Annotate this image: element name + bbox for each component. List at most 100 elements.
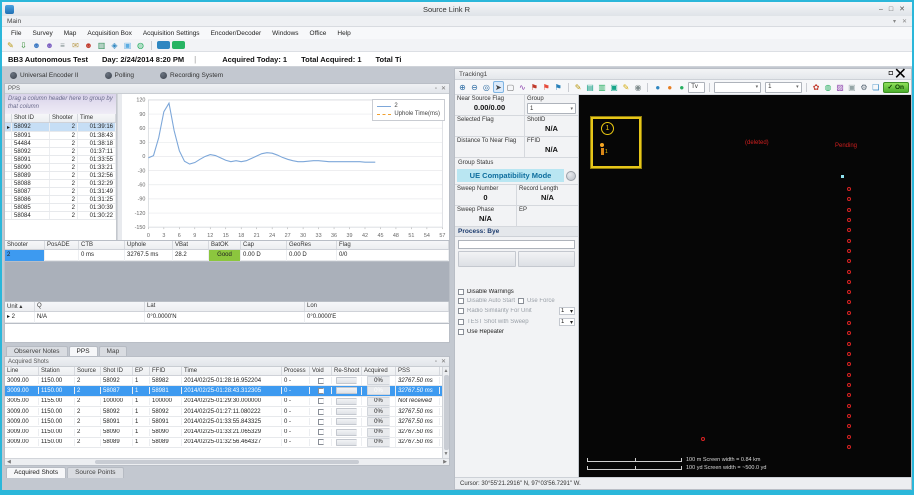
- column-header-uphole[interactable]: Uphole: [125, 241, 173, 249]
- layers-icon[interactable]: ▤: [585, 81, 596, 93]
- column-header-shooter[interactable]: Shooter: [50, 114, 78, 122]
- chip-blue-icon[interactable]: [157, 41, 170, 49]
- pps-maximize-icon[interactable]: ▫: [435, 86, 437, 92]
- column-header-time[interactable]: Time: [182, 367, 282, 375]
- table-row[interactable]: 58087201:31:49: [5, 188, 116, 196]
- table-row[interactable]: 58091201:33:55: [5, 156, 116, 164]
- tracking-on-toggle[interactable]: ✓ On: [883, 82, 909, 93]
- flag-red-icon[interactable]: ⚑: [541, 81, 552, 93]
- checkbox-use-force[interactable]: [518, 298, 524, 304]
- strip-collapse-icon[interactable]: ▾: [893, 18, 896, 25]
- spinner-radio-similarity-for-unit[interactable]: 1▾: [559, 307, 575, 315]
- table-row[interactable]: 3009.001150.002580871589812014/02/25-01:…: [5, 386, 442, 396]
- table-row[interactable]: 58084201:30:22: [5, 212, 116, 220]
- column-header-source[interactable]: Source: [75, 367, 101, 375]
- re-shoot-button[interactable]: [336, 439, 357, 446]
- menu-file[interactable]: File: [6, 29, 26, 38]
- acquired-hscrollbar[interactable]: ◀▶: [5, 458, 449, 465]
- status-recording-system[interactable]: Recording System: [160, 72, 223, 79]
- re-shoot-button[interactable]: [336, 429, 357, 436]
- menu-acquisition-settings[interactable]: Acquisition Settings: [138, 29, 205, 38]
- menu-help[interactable]: Help: [332, 29, 355, 38]
- person-orange-icon[interactable]: ●: [664, 81, 675, 93]
- edit-pencil-icon[interactable]: ✎: [573, 81, 584, 93]
- edit-pencil-icon[interactable]: ✎: [5, 40, 16, 51]
- palette-icon[interactable]: ✿: [811, 81, 822, 93]
- screen-teal-icon[interactable]: ▣: [609, 81, 620, 93]
- process-button-1[interactable]: [458, 251, 516, 267]
- user-icon[interactable]: ☻: [31, 40, 42, 51]
- table-row[interactable]: 54484201:38:18: [5, 140, 116, 148]
- menu-office[interactable]: Office: [305, 29, 332, 38]
- zoom-window-icon[interactable]: ◎: [481, 81, 492, 93]
- column-header-ctb[interactable]: CTB: [79, 241, 125, 249]
- column-header-acquired[interactable]: Acquired: [362, 367, 396, 375]
- checkbox-test-shot-with-sweep[interactable]: [458, 319, 464, 325]
- shot-table-header[interactable]: Shot IDShooterTime: [5, 114, 116, 123]
- re-shoot-button[interactable]: [336, 377, 357, 384]
- column-header-re-shoot[interactable]: Re-Shoot: [332, 367, 362, 375]
- table-row[interactable]: 58092201:37:11: [5, 148, 116, 156]
- table-row[interactable]: 58088201:32:29: [5, 180, 116, 188]
- pps-close-icon[interactable]: ✕: [441, 85, 446, 92]
- table-row[interactable]: 58090201:33:21: [5, 164, 116, 172]
- void-checkbox[interactable]: [318, 419, 324, 425]
- column-header-line[interactable]: Line: [5, 367, 39, 375]
- table-row[interactable]: 58086201:31:25: [5, 196, 116, 204]
- re-shoot-button[interactable]: [336, 387, 357, 394]
- monitor-gray-icon[interactable]: ▣: [846, 81, 857, 93]
- vehicle-icon[interactable]: ◉: [632, 81, 643, 93]
- image-icon[interactable]: ▨: [835, 81, 846, 93]
- column-header-lat[interactable]: Lat: [145, 302, 305, 311]
- checkbox-disable-warnings[interactable]: [458, 289, 464, 295]
- globe-icon[interactable]: ◍: [823, 81, 834, 93]
- column-header-void[interactable]: Void: [310, 367, 332, 375]
- draw-icon[interactable]: ✎: [620, 81, 631, 93]
- status-polling[interactable]: Polling: [105, 72, 135, 79]
- menu-map[interactable]: Map: [59, 29, 82, 38]
- polyline-icon[interactable]: ∿: [517, 81, 528, 93]
- menu-survey[interactable]: Survey: [27, 29, 57, 38]
- select-rectangle-icon[interactable]: ▢: [505, 81, 516, 93]
- view-combo[interactable]: ▾: [714, 82, 761, 93]
- globe-icon[interactable]: ◍: [135, 40, 146, 51]
- process-button-2[interactable]: [518, 251, 576, 267]
- minimize-icon[interactable]: –: [879, 5, 883, 14]
- column-header-cap[interactable]: Cap: [241, 241, 287, 249]
- void-checkbox[interactable]: [318, 398, 324, 404]
- status-universal-encoder-ii[interactable]: Universal Encoder II: [10, 72, 79, 79]
- column-header-q[interactable]: Q: [35, 302, 145, 311]
- void-checkbox[interactable]: [318, 429, 324, 435]
- chart-icon[interactable]: ▥: [96, 40, 107, 51]
- zoom-out-icon[interactable]: ⊖: [469, 81, 480, 93]
- void-checkbox[interactable]: [318, 439, 324, 445]
- spinner-test-shot-with-sweep[interactable]: 1▾: [559, 318, 575, 326]
- flag-number-icon[interactable]: ⚑: [529, 81, 540, 93]
- person-green-icon[interactable]: ●: [676, 81, 687, 93]
- group-combo[interactable]: 1▾: [527, 103, 576, 114]
- table-row[interactable]: 58085201:30:39: [5, 204, 116, 212]
- screen-icon[interactable]: ▣: [122, 40, 133, 51]
- column-header-time[interactable]: Time: [78, 114, 116, 122]
- flag-blue-icon[interactable]: ⚑: [553, 81, 564, 93]
- shooter-detail-grid[interactable]: ShooterPosADECTBUpholeVBatBatOKCapGeoRes…: [4, 241, 450, 262]
- banner-status-button[interactable]: [566, 171, 576, 181]
- copy-icon[interactable]: ❏: [870, 81, 881, 93]
- table-row[interactable]: ▸58092201:39:16: [5, 123, 116, 132]
- table-row[interactable]: 3005.001155.00210000011000002014/02/25-0…: [5, 397, 442, 407]
- mail-icon[interactable]: ✉: [70, 40, 81, 51]
- tools-icon[interactable]: ⚙: [858, 81, 869, 93]
- column-header-shooter[interactable]: Shooter: [5, 241, 45, 249]
- chip-green-icon[interactable]: [172, 41, 185, 49]
- table-row[interactable]: 58091201:38:43: [5, 132, 116, 140]
- shot-table[interactable]: Drag a column header here to group by th…: [5, 94, 117, 240]
- map-icon[interactable]: ◈: [109, 40, 120, 51]
- table-row[interactable]: 3009.001150.002580921589822014/02/25-01:…: [5, 376, 442, 386]
- table-row[interactable]: 3009.001150.002580891580892014/02/25-01:…: [5, 438, 442, 448]
- table-row[interactable]: 3009.001150.002580901580902014/02/25-01:…: [5, 427, 442, 437]
- ribbon-tab-main[interactable]: Main: [7, 18, 887, 25]
- column-header-geores[interactable]: GeoRes: [287, 241, 337, 249]
- menu-windows[interactable]: Windows: [267, 29, 303, 38]
- menu-acquisition-box[interactable]: Acquisition Box: [82, 29, 136, 38]
- menu-encoder-decoder[interactable]: Encoder/Decoder: [206, 29, 267, 38]
